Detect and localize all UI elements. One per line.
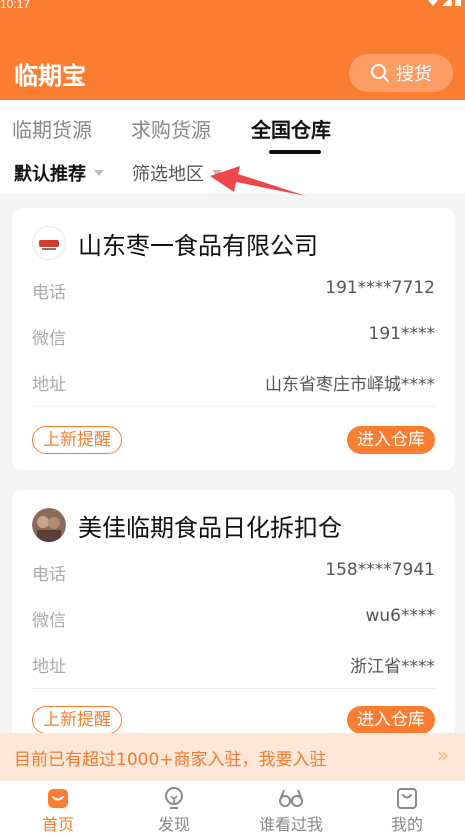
divider: [32, 406, 435, 407]
new-arrival-reminder-button[interactable]: 上新提醒: [32, 426, 122, 454]
bottom-navigation: 首页 发现 谁看过我 我的: [0, 781, 465, 836]
tab-purchase-goods[interactable]: 求购货源: [131, 114, 211, 143]
warehouse-name: 美佳临期食品日化拆扣仓: [78, 514, 342, 542]
red-arrow-annotation: [210, 166, 306, 196]
phone-label: 电话: [32, 283, 66, 303]
warehouse-card: 山东枣一食品有限公司 电话 191****7712 微信 191**** 地址 …: [12, 208, 455, 470]
wechat-value[interactable]: wu6****: [366, 606, 436, 626]
address-label: 地址: [32, 657, 66, 677]
divider: [32, 688, 435, 689]
phone-label: 电话: [32, 565, 66, 585]
nav-home-label: 首页: [41, 815, 74, 834]
sort-filter[interactable]: 默认推荐: [14, 160, 104, 186]
wechat-value[interactable]: 191****: [369, 324, 435, 344]
search-button-label: 搜货: [396, 64, 432, 85]
address-row: 地址 山东省枣庄市峄城****: [32, 370, 435, 400]
active-tab-indicator: [269, 150, 321, 154]
new-arrival-reminder-button[interactable]: 上新提醒: [32, 706, 122, 734]
nav-discover-label: 发现: [157, 815, 190, 834]
address-row: 地址 浙江省****: [32, 652, 435, 682]
sort-filter-label: 默认推荐: [14, 164, 86, 185]
wechat-row: 微信 191****: [32, 324, 435, 354]
address-value: 山东省枣庄市峄城****: [265, 375, 435, 395]
tab-bar: 临期货源 求购货源 全国仓库: [0, 100, 465, 156]
enter-warehouse-button[interactable]: 进入仓库: [347, 426, 435, 454]
battery-icon: [455, 0, 461, 6]
address-label: 地址: [32, 375, 66, 395]
wechat-label: 微信: [32, 611, 66, 631]
nav-mine[interactable]: 我的: [349, 785, 465, 835]
region-filter-label: 筛选地区: [132, 164, 204, 185]
tab-national-warehouse[interactable]: 全国仓库: [251, 114, 331, 143]
wechat-row: 微信 wu6****: [32, 606, 435, 636]
double-chevron-right-icon: »: [436, 743, 449, 767]
nav-visitors[interactable]: 谁看过我: [233, 785, 349, 835]
search-icon: [371, 64, 389, 82]
nav-visitors-label: 谁看过我: [258, 815, 323, 834]
signal-icon: [442, 0, 452, 6]
phone-value[interactable]: 158****7941: [325, 560, 435, 580]
nav-home[interactable]: 首页: [0, 785, 116, 835]
status-time: 10:17: [0, 0, 31, 11]
search-button[interactable]: 搜货: [349, 54, 453, 92]
warehouse-logo: [32, 226, 66, 260]
app-title: 临期宝: [14, 62, 86, 90]
address-value: 浙江省****: [350, 657, 435, 677]
join-merchant-banner[interactable]: 目前已有超过1000+商家入驻，我要入驻 »: [0, 733, 465, 781]
banner-text: 目前已有超过1000+商家入驻，我要入驻: [14, 750, 327, 770]
nav-discover[interactable]: 发现: [116, 785, 232, 835]
caret-down-icon: [94, 170, 104, 176]
bulb-icon: [165, 787, 183, 809]
phone-row: 电话 158****7941: [32, 560, 435, 590]
warehouse-name: 山东枣一食品有限公司: [78, 232, 318, 260]
phone-value[interactable]: 191****7712: [325, 278, 435, 298]
enter-warehouse-button[interactable]: 进入仓库: [347, 706, 435, 734]
nav-mine-label: 我的: [390, 815, 423, 834]
home-bag-icon: [48, 789, 68, 808]
wechat-label: 微信: [32, 329, 66, 349]
warehouse-avatar: [32, 508, 66, 542]
status-bar: 10:17: [0, 0, 465, 12]
phone-row: 电话 191****7712: [32, 278, 435, 308]
tab-expiring-goods[interactable]: 临期货源: [12, 114, 92, 143]
bag-icon: [397, 788, 417, 809]
warehouse-card: 美佳临期食品日化拆扣仓 电话 158****7941 微信 wu6**** 地址…: [12, 490, 455, 752]
glasses-icon: [279, 789, 303, 807]
status-icons: [427, 0, 461, 6]
wifi-icon: [427, 0, 439, 6]
